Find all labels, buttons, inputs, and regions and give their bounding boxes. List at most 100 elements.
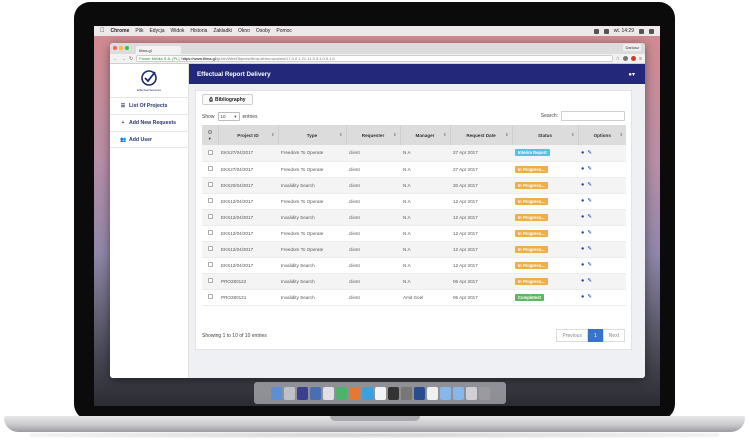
reload-icon[interactable]: ↻ — [129, 56, 133, 62]
select-all-header[interactable]: ▼ — [202, 125, 219, 145]
menu-item[interactable]: Edycja — [149, 28, 164, 34]
sidebar-item-list-projects[interactable]: ☰ List Of Projects — [110, 97, 188, 114]
menu-app-name[interactable]: Chrome — [111, 28, 130, 34]
safari-icon[interactable] — [322, 386, 334, 400]
table-row[interactable]: EKS12/04/2017 Freedom To Operate client N.A… — [202, 241, 626, 257]
comment-icon[interactable]: ● — [581, 182, 584, 188]
app-icon[interactable] — [309, 386, 321, 400]
comment-icon[interactable]: ● — [581, 198, 584, 204]
comment-icon[interactable]: ● — [581, 230, 584, 236]
calendar-icon[interactable] — [374, 386, 386, 400]
firefox-icon[interactable] — [348, 386, 360, 400]
user-menu-icon[interactable]: ●▾ — [628, 71, 635, 78]
edit-icon[interactable]: ✎ — [587, 182, 592, 188]
edit-icon[interactable]: ✎ — [587, 166, 592, 172]
trash-icon[interactable] — [478, 386, 490, 400]
comment-icon[interactable]: ● — [581, 262, 584, 268]
bookmark-star-icon[interactable]: ☆ — [616, 56, 620, 62]
comment-icon[interactable]: ● — [581, 150, 584, 156]
page-1-button[interactable]: 1 — [587, 329, 603, 342]
close-window-icon[interactable] — [113, 46, 117, 50]
comment-icon[interactable]: ● — [581, 278, 584, 284]
edit-icon[interactable]: ✎ — [587, 150, 592, 156]
table-row[interactable]: EKS12/04/2017 Freedom To Operate client N.A… — [202, 193, 626, 209]
clock[interactable]: wt. 14:29 — [614, 28, 634, 34]
status-badge[interactable]: In Progress... — [515, 181, 548, 189]
row-checkbox[interactable] — [207, 198, 213, 203]
status-badge[interactable]: In Progress... — [515, 197, 548, 205]
extension-icon[interactable] — [623, 56, 629, 61]
edit-icon[interactable]: ✎ — [587, 214, 592, 220]
menu-item[interactable]: Plik — [135, 28, 143, 34]
previous-page-button[interactable]: Previous — [556, 329, 588, 342]
table-row[interactable]: PRO280122 Invalidity Search client N.A 06 Ap… — [202, 273, 626, 289]
col-header-options[interactable]: Options ⇕ — [578, 125, 626, 145]
sidebar-item-add-requests[interactable]: + Add New Requests — [110, 114, 188, 131]
comment-icon[interactable]: ● — [581, 166, 584, 172]
launchpad-icon[interactable] — [283, 386, 295, 400]
page-length-select[interactable]: 10 ▾ — [217, 112, 240, 121]
row-checkbox[interactable] — [207, 230, 213, 235]
table-row[interactable]: EKS27/04/2017 Freedom To Operate client N.A… — [202, 161, 626, 177]
table-row[interactable]: EKS20/04/2017 Invalidity Search client N.A 2… — [202, 177, 626, 193]
status-badge[interactable]: In Progress... — [515, 229, 548, 237]
col-header-status[interactable]: Status ⇕ — [512, 125, 579, 145]
status-badge[interactable]: In Progress... — [515, 213, 548, 221]
browser-tab[interactable]: tilma.gl — [136, 46, 181, 54]
comment-icon[interactable]: ● — [581, 294, 584, 300]
status-badge[interactable]: In Progress... — [515, 261, 548, 269]
back-icon[interactable]: ← — [113, 56, 118, 62]
status-badge[interactable]: Completed! — [515, 293, 545, 301]
col-header-project-id[interactable]: Project ID ⇕ — [218, 125, 279, 145]
logo[interactable]: Effectual Services — [110, 64, 188, 97]
table-row[interactable]: EKS12/04/2017 Invalidity Search client N.A 1… — [202, 257, 626, 273]
chrome-menu-icon[interactable]: ≡ — [639, 56, 642, 62]
row-checkbox[interactable] — [207, 214, 213, 219]
preferences-icon[interactable] — [400, 386, 412, 400]
apple-icon[interactable]:  — [100, 28, 105, 34]
extension-icon[interactable] — [631, 56, 637, 61]
comment-icon[interactable]: ● — [581, 214, 584, 220]
finder-icon[interactable] — [270, 386, 282, 400]
col-header-type[interactable]: Type ⇕ — [278, 125, 347, 145]
edit-icon[interactable]: ✎ — [587, 262, 592, 268]
menu-item[interactable]: Historia — [190, 28, 207, 34]
status-badge[interactable]: Interim Report — [515, 149, 550, 157]
status-badge[interactable]: In Progress... — [515, 165, 548, 173]
row-checkbox[interactable] — [207, 246, 213, 251]
next-page-button[interactable]: Next — [602, 329, 625, 342]
table-row[interactable]: EKS12/04/2017 Freedom To Operate client N.A… — [202, 225, 626, 241]
edit-icon[interactable]: ✎ — [587, 246, 592, 252]
row-checkbox[interactable] — [207, 182, 213, 187]
row-checkbox[interactable] — [207, 294, 213, 299]
photoshop-icon[interactable] — [413, 386, 425, 400]
folder-icon[interactable] — [439, 386, 451, 400]
bibliography-button[interactable]: ⎙ Bibliography — [202, 94, 253, 105]
battery-icon[interactable] — [603, 28, 609, 34]
sidebar-item-add-user[interactable]: 👥 Add User — [110, 131, 188, 148]
skype-icon[interactable] — [361, 386, 373, 400]
terminal-icon[interactable] — [387, 386, 399, 400]
row-checkbox[interactable] — [207, 149, 213, 155]
col-header-request-date[interactable]: Request Date ⇕ — [450, 125, 513, 145]
zoom-window-icon[interactable] — [125, 46, 129, 50]
menu-item[interactable]: Widok — [170, 28, 184, 34]
status-badge[interactable]: In Progress... — [515, 245, 548, 253]
search-icon[interactable] — [639, 28, 644, 34]
preview-icon[interactable] — [426, 386, 438, 400]
status-badge[interactable]: In Progress... — [515, 277, 548, 285]
col-header-manager[interactable]: Manager ⇕ — [400, 125, 451, 145]
profile-button[interactable]: Dariusz — [623, 44, 641, 51]
edit-icon[interactable]: ✎ — [587, 294, 592, 300]
folder-icon[interactable] — [452, 386, 464, 400]
mission-control-icon[interactable] — [296, 386, 308, 400]
address-bar[interactable]: Power Media S.A. [PL] https://www.tilma.… — [136, 55, 613, 62]
search-input[interactable] — [561, 111, 625, 121]
wifi-icon[interactable] — [593, 28, 599, 34]
table-row[interactable]: EKS27/04/2017 Freedom To Operate client N.A… — [202, 145, 626, 161]
menu-item[interactable]: Zakładki — [213, 28, 232, 34]
table-row[interactable]: PRO280121 Invalidity Search client Amit Goe… — [202, 289, 626, 305]
menu-item[interactable]: Okno — [238, 28, 250, 34]
comment-icon[interactable]: ● — [581, 246, 584, 252]
row-checkbox[interactable] — [207, 262, 213, 267]
